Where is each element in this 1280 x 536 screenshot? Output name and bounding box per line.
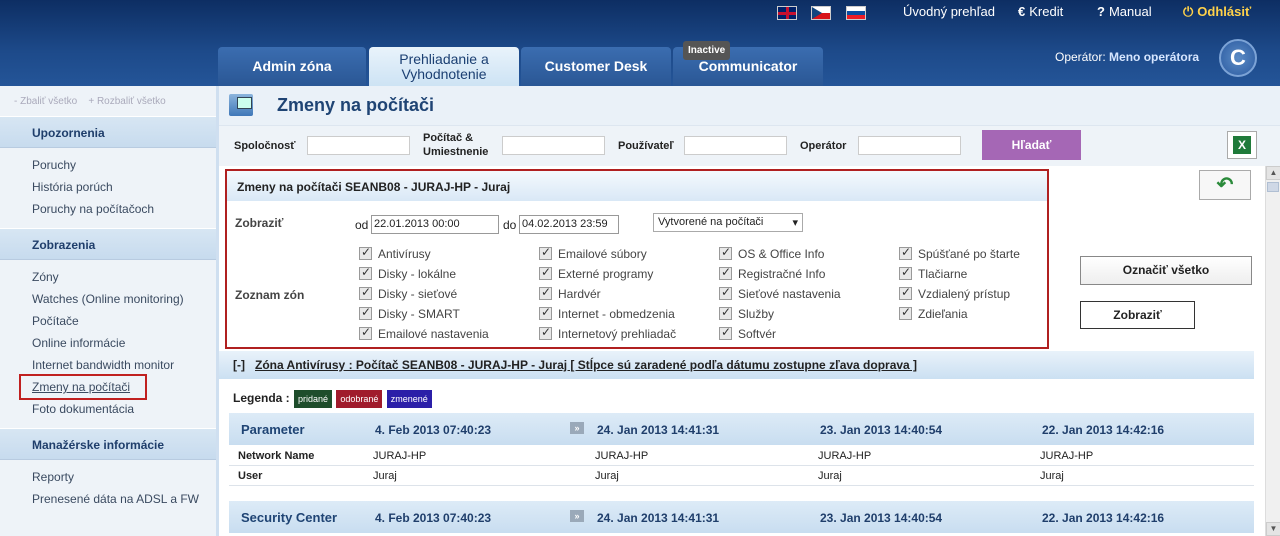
- legend: Legenda : pridané odobrané zmenené: [233, 390, 432, 408]
- zone-checkbox[interactable]: Emailové súbory: [539, 245, 647, 267]
- next-arrow-icon[interactable]: »: [570, 510, 584, 522]
- sidebar-item-fault-history[interactable]: História porúch: [32, 176, 216, 198]
- flag-cz-icon[interactable]: [811, 6, 831, 20]
- changes-panel: Zmeny na počítači SEANB08 - JURAJ-HP - J…: [225, 169, 1049, 349]
- excel-export-icon[interactable]: [1227, 131, 1257, 159]
- sidebar-item-online-info[interactable]: Online informácie: [32, 332, 216, 354]
- vertical-scrollbar[interactable]: ▲ ▼: [1265, 166, 1280, 536]
- main-content: Zmeny na počítači Spoločnosť Počítač & Um…: [216, 86, 1280, 536]
- sidebar-item-faults[interactable]: Poruchy: [32, 154, 216, 176]
- zone-checkbox[interactable]: Spúšťané po štarte: [899, 245, 1020, 267]
- sidebar: - Zbaliť všetko + Rozbaliť všetko Upozor…: [0, 86, 216, 536]
- sidebar-item-computer-faults[interactable]: Poruchy na počítačoch: [32, 198, 216, 220]
- manual-link[interactable]: ? Manual: [1097, 4, 1152, 19]
- tab-review[interactable]: Prehliadanie a Vyhodnotenie: [369, 47, 519, 86]
- zone-checkbox[interactable]: Disky - sieťové: [359, 285, 457, 307]
- sidebar-section-alerts[interactable]: Upozornenia: [0, 116, 216, 148]
- app-logo: C: [1219, 39, 1257, 77]
- next-arrow-icon[interactable]: »: [570, 422, 584, 434]
- inactive-badge: Inactive: [683, 41, 731, 60]
- operator-info: Operátor: Meno operátora: [1055, 50, 1200, 64]
- filter-bar: Spoločnosť Počítač & Umiestnenie Používat…: [219, 126, 1280, 166]
- power-icon: ⏻: [1183, 4, 1194, 19]
- sidebar-item-computers[interactable]: Počítače: [32, 310, 216, 332]
- table-row: User Juraj Juraj Juraj Juraj: [229, 466, 1254, 486]
- logout-link[interactable]: ⏻ Odhlásiť: [1183, 4, 1251, 20]
- zone-bar[interactable]: [-] Zóna Antivírusy : Počítač SEANB08 - J…: [219, 351, 1254, 379]
- zone-checkbox[interactable]: Internet - obmedzenia: [539, 305, 675, 327]
- zone-checkbox[interactable]: Disky - SMART: [359, 305, 460, 327]
- scroll-thumb[interactable]: [1267, 182, 1279, 192]
- flag-en-icon[interactable]: [777, 6, 797, 20]
- table-row: Network Name JURAJ-HP JURAJ-HP JURAJ-HP …: [229, 446, 1254, 466]
- computer-changes-icon: [229, 94, 253, 116]
- zone-checkbox[interactable]: Internetový prehliadač: [539, 325, 676, 347]
- sidebar-section-views[interactable]: Zobrazenia: [0, 228, 216, 260]
- change-type-select[interactable]: Vytvorené na počítači: [653, 213, 803, 232]
- sidebar-section-management[interactable]: Manažérske informácie: [0, 428, 216, 460]
- legend-removed: odobrané: [336, 390, 383, 408]
- table-header: Security Center 4. Feb 2013 07:40:23 » 2…: [229, 501, 1254, 533]
- company-input[interactable]: [307, 136, 410, 155]
- zone-checkbox[interactable]: Tlačiarne: [899, 265, 967, 287]
- zone-checkbox[interactable]: Externé programy: [539, 265, 653, 287]
- computer-input[interactable]: [502, 136, 605, 155]
- help-icon: ?: [1097, 4, 1105, 19]
- sidebar-item-photo-docs[interactable]: Foto dokumentácia: [32, 398, 216, 420]
- panel-title: Zmeny na počítači SEANB08 - JURAJ-HP - J…: [227, 171, 1047, 201]
- zone-checkbox[interactable]: OS & Office Info: [719, 245, 824, 267]
- search-button[interactable]: Hľadať: [982, 130, 1081, 160]
- sidebar-item-adsl-data[interactable]: Prenesené dáta na ADSL a FW: [32, 488, 216, 510]
- page-title: Zmeny na počítači: [277, 94, 435, 115]
- sidebar-item-watches[interactable]: Watches (Online monitoring): [32, 288, 216, 310]
- zone-title-link[interactable]: Zóna Antivírusy : Počítač SEANB08 - JURA…: [255, 358, 917, 372]
- legend-added: pridané: [294, 390, 333, 408]
- user-input[interactable]: [684, 136, 787, 155]
- scroll-down-icon[interactable]: ▼: [1266, 522, 1280, 536]
- sidebar-item-reports[interactable]: Reporty: [32, 466, 216, 488]
- home-link[interactable]: Úvodný prehľad: [903, 4, 995, 19]
- table-header: Parameter 4. Feb 2013 07:40:23 » 24. Jan…: [229, 413, 1254, 445]
- date-from-input[interactable]: 22.01.2013 00:00: [371, 215, 499, 234]
- show-button[interactable]: Zobraziť: [1080, 301, 1195, 329]
- sidebar-item-zones[interactable]: Zóny: [32, 266, 216, 288]
- flag-sk-icon[interactable]: [846, 6, 866, 20]
- zone-checkbox[interactable]: Antivírusy: [359, 245, 431, 267]
- zone-checkbox[interactable]: Registračné Info: [719, 265, 825, 287]
- date-to-input[interactable]: 04.02.2013 23:59: [519, 215, 619, 234]
- collapse-toggle[interactable]: [-]: [233, 358, 245, 372]
- tab-customer-desk[interactable]: Customer Desk: [521, 47, 671, 86]
- scroll-up-icon[interactable]: ▲: [1266, 166, 1280, 180]
- tab-admin[interactable]: Admin zóna: [218, 47, 366, 86]
- expand-all-link[interactable]: + Rozbaliť všetko: [88, 96, 165, 107]
- zone-checkbox[interactable]: Sieťové nastavenia: [719, 285, 841, 307]
- tab-communicator[interactable]: Inactive Communicator: [673, 41, 823, 86]
- sidebar-item-computer-changes[interactable]: Zmeny na počítači: [19, 374, 147, 400]
- credit-link[interactable]: € Kredit: [1018, 4, 1063, 19]
- mark-all-button[interactable]: Označiť všetko: [1080, 256, 1252, 285]
- back-arrow-icon[interactable]: ↶: [1199, 170, 1251, 200]
- legend-changed: zmenené: [386, 390, 432, 408]
- collapse-all-link[interactable]: - Zbaliť všetko: [14, 96, 77, 107]
- zone-checkbox[interactable]: Zdieľania: [899, 305, 968, 327]
- zone-checkbox[interactable]: Služby: [719, 305, 774, 327]
- zone-checkbox[interactable]: Disky - lokálne: [359, 265, 456, 287]
- zone-checkbox[interactable]: Emailové nastavenia: [359, 325, 489, 347]
- zone-checkbox[interactable]: Vzdialený prístup: [899, 285, 1010, 307]
- zone-checkbox[interactable]: Hardvér: [539, 285, 601, 307]
- top-header: Úvodný prehľad € Kredit ? Manual ⏻ Odhlásiť…: [0, 0, 1280, 86]
- euro-icon: €: [1018, 4, 1026, 19]
- sidebar-item-bandwidth[interactable]: Internet bandwidth monitor: [32, 354, 216, 376]
- zone-checkbox[interactable]: Softvér: [719, 325, 776, 347]
- operator-input[interactable]: [858, 136, 961, 155]
